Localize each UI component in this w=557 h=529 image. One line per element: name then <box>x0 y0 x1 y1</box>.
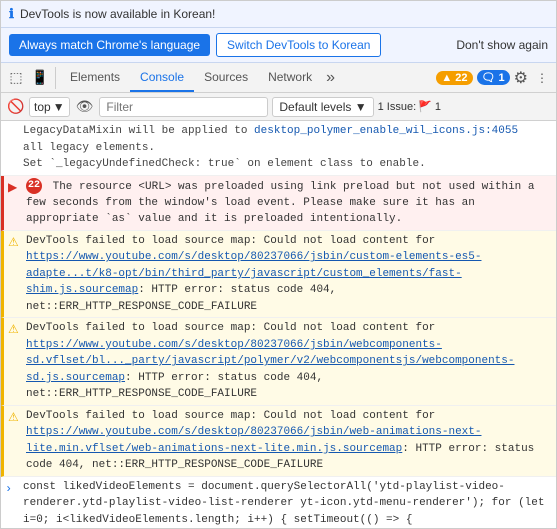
warn-icon: ⚠ <box>8 234 19 252</box>
console-text2: all legacy elements. <box>23 142 155 154</box>
warn-icon3: ⚠ <box>8 409 19 427</box>
file-ref-link[interactable]: desktop_polymer_enable_wil_icons.js:4055 <box>254 125 518 137</box>
filter-context-chevron: ▼ <box>53 100 65 114</box>
warn-text2: DevTools failed to load source map: Coul… <box>26 322 435 334</box>
console-line-warn1: ⚠ DevTools failed to load source map: Co… <box>1 231 556 319</box>
device-icon[interactable]: 📱 <box>29 67 51 89</box>
console-error-text: The resource <URL> was preloaded using l… <box>26 180 535 225</box>
messages-badge[interactable]: 🗨 1 <box>477 70 510 85</box>
warn-text3: DevTools failed to load source map: Coul… <box>26 410 435 422</box>
inspect-icon[interactable]: ⬚ <box>5 67 27 89</box>
console-line-warn3: ⚠ DevTools failed to load source map: Co… <box>1 406 556 477</box>
info-message: DevTools is now available in Korean! <box>20 7 215 21</box>
eye-filter-button[interactable]: 👁 <box>74 98 96 115</box>
match-language-button[interactable]: Always match Chrome's language <box>9 34 210 56</box>
devtools-toolbar: ⬚ 📱 Elements Console Sources Network » ▲… <box>1 63 556 93</box>
log-levels-dropdown[interactable]: Default levels ▼ <box>272 97 373 117</box>
console-output: LegacyDataMixin will be applied to deskt… <box>1 121 556 528</box>
error-icon: ▶ <box>8 179 17 197</box>
issue-count: 🚩 1 <box>418 100 441 113</box>
console-text: LegacyDataMixin will be applied to <box>23 125 254 137</box>
console-toolbar-left: 🚫 top ▼ 👁 Default levels ▼ 1 Issue: 🚩 1 <box>7 97 441 117</box>
filter-input[interactable] <box>99 97 268 117</box>
filter-context-label: top <box>34 100 51 114</box>
console-line-warn2: ⚠ DevTools failed to load source map: Co… <box>1 318 556 406</box>
toolbar-right: ▲ 22 🗨 1 ⚙ ⋮ <box>436 68 552 88</box>
error-count-badge: 22 <box>26 178 42 194</box>
info-bar: ℹ DevTools is now available in Korean! <box>1 1 556 28</box>
tab-network[interactable]: Network <box>258 63 322 92</box>
more-menu-icon[interactable]: ⋮ <box>532 71 552 85</box>
warn-icon2: ⚠ <box>8 321 19 339</box>
tab-console[interactable]: Console <box>130 63 194 92</box>
console-toolbar: 🚫 top ▼ 👁 Default levels ▼ 1 Issue: 🚩 1 <box>1 93 556 121</box>
tab-more-icon[interactable]: » <box>322 69 339 87</box>
switch-language-button[interactable]: Switch DevTools to Korean <box>216 33 381 57</box>
cmd-icon: › <box>5 480 12 498</box>
clear-console-button[interactable]: 🚫 <box>7 98 25 116</box>
toolbar-icons: ⬚ 📱 <box>5 67 56 89</box>
filter-context-dropdown[interactable]: top ▼ <box>29 97 70 117</box>
console-line-error: ▶ 22 The resource <URL> was preloaded us… <box>1 176 556 231</box>
tab-elements[interactable]: Elements <box>60 63 130 92</box>
issue-badge[interactable]: 1 Issue: 🚩 1 <box>378 100 441 113</box>
console-line: LegacyDataMixin will be applied to deskt… <box>1 121 556 176</box>
tab-sources[interactable]: Sources <box>194 63 258 92</box>
info-icon: ℹ <box>9 6 14 22</box>
console-line-cmd: › const likedVideoElements = document.qu… <box>1 477 556 528</box>
lang-bar: Always match Chrome's language Switch De… <box>1 28 556 63</box>
cmd-text: const likedVideoElements = document.quer… <box>23 481 545 528</box>
tab-list: Elements Console Sources Network » <box>60 63 339 92</box>
dont-show-link[interactable]: Don't show again <box>456 38 548 52</box>
issue-label: 1 Issue: <box>378 101 417 113</box>
settings-icon[interactable]: ⚙ <box>514 68 528 88</box>
console-text3: Set `_legacyUndefinedCheck: true` on ele… <box>23 158 426 170</box>
warn-text1: DevTools failed to load source map: Coul… <box>26 235 435 247</box>
warnings-badge[interactable]: ▲ 22 <box>436 71 472 85</box>
